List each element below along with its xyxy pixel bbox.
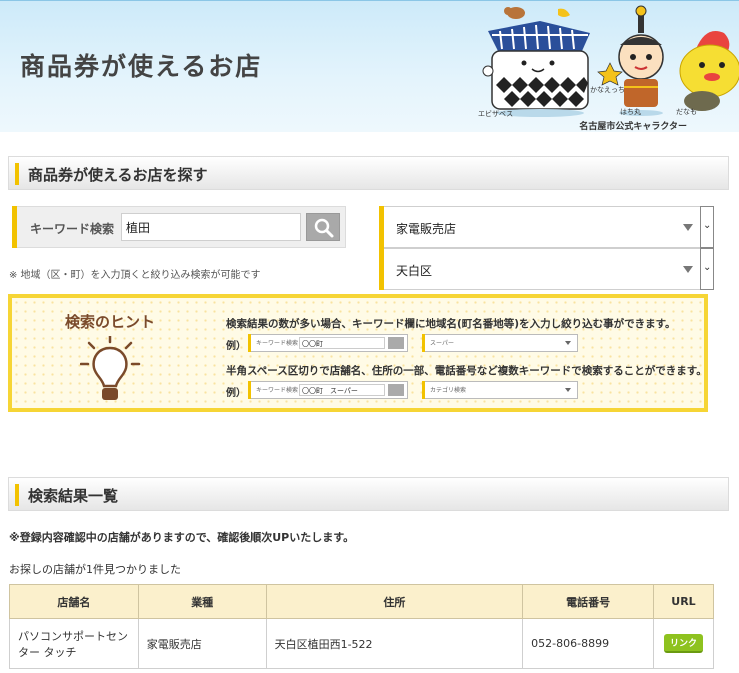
select-accent-bar — [379, 248, 384, 290]
character-name: はち丸 — [620, 108, 641, 116]
category-dropdown-button[interactable]: ⌄ — [700, 206, 714, 248]
search-icon — [314, 218, 334, 238]
phone-cell: 052-806-8899 — [522, 618, 654, 669]
ward-select-value: 天白区 — [396, 264, 433, 278]
address-cell: 天白区植田西1-522 — [265, 618, 524, 669]
hint-title: 検索のヒント — [65, 313, 156, 331]
dropdown-triangle-icon — [683, 224, 693, 231]
character-name: かなえっち — [590, 86, 625, 94]
example-keyword-box: キーワード検索 〇〇町 — [248, 334, 408, 352]
column-header: 店舗名 — [9, 584, 139, 619]
example-select-value: カテゴリ検索 — [430, 387, 467, 394]
example-select-box: カテゴリ検索 — [422, 381, 578, 399]
example-keyword-box: キーワード検索 〇〇町 スーパー — [248, 381, 408, 399]
dropdown-triangle-icon — [683, 266, 693, 273]
search-button[interactable] — [306, 213, 340, 241]
page-title: 商品券が使えるお店 — [20, 52, 263, 81]
chevron-down-icon: ⌄ — [703, 262, 712, 273]
keyword-input[interactable] — [121, 213, 301, 241]
table-header-row: 店舗名 業種 住所 電話番号 URL — [9, 584, 714, 619]
results-count-text: お探しの店舗が1件見つかりました — [9, 563, 181, 576]
select-accent-bar — [379, 206, 384, 248]
example-keyword-value: 〇〇町 — [302, 340, 323, 348]
chevron-down-icon: ⌄ — [703, 220, 712, 231]
example-prefix: 例） — [226, 388, 246, 399]
column-header: 業種 — [137, 584, 267, 619]
search-hint-panel: 検索のヒント 検索結果の数が多い場合、キーワード欄に地域名(町名番地等)を入力し… — [8, 294, 708, 412]
keyword-accent-bar — [12, 206, 17, 248]
keyword-label: キーワード検索 — [30, 222, 115, 236]
search-section-title: 商品券が使えるお店を探す — [28, 166, 208, 184]
category-select-value: 家電販売店 — [396, 222, 457, 236]
example-keyword-label: キーワード検索 — [256, 387, 299, 394]
keyword-search-box: キーワード検索 — [12, 206, 346, 248]
character-name: だなも — [676, 108, 697, 116]
hint-text-2: 半角スペース区切りで店舗名、住所の一部、電話番号など複数キーワードで検索すること… — [226, 365, 707, 377]
example-search-icon — [388, 384, 404, 396]
hint-text-1: 検索結果の数が多い場合、キーワード欄に地域名(町名番地等)を入力し絞り込む事がで… — [226, 318, 676, 330]
column-header: 電話番号 — [522, 584, 654, 619]
ward-dropdown-button[interactable]: ⌄ — [700, 248, 714, 290]
store-name-cell: パソコンサポートセンター タッチ — [9, 618, 139, 669]
official-character-caption: 名古屋市公式キャラクター — [579, 122, 687, 132]
category-cell: 家電販売店 — [137, 618, 267, 669]
mascot-illustration: エビザベス かなえっち はち丸 だなも — [470, 1, 739, 132]
character-name: エビザベス — [478, 110, 514, 118]
ward-select[interactable]: 天白区 ⌄ — [379, 248, 714, 290]
header-banner: 商品券が使えるお店 エビザベス かなえっち はち丸 だなも 名古屋市公式キャラク… — [0, 0, 739, 132]
lightbulb-icon — [80, 336, 141, 400]
category-select[interactable]: 家電販売店 ⌄ — [379, 206, 714, 248]
example-prefix: 例） — [226, 341, 246, 352]
heading-accent-bar — [15, 484, 19, 506]
store-link-button[interactable]: リンク — [663, 634, 703, 653]
column-header: 住所 — [265, 584, 524, 619]
example-select-box: スーパー — [422, 334, 578, 352]
table-row: パソコンサポートセンター タッチ 家電販売店 天白区植田西1-522 052-8… — [9, 618, 714, 669]
keyword-note: ※ 地域（区・町）を入力頂くと絞り込み検索が可能です — [9, 270, 261, 281]
registration-notice: ※登録内容確認中の店舗がありますので、確認後順次UPいたします。 — [9, 531, 355, 544]
results-section-heading: 検索結果一覧 — [8, 477, 729, 511]
example-keyword-value: 〇〇町 スーパー — [302, 387, 358, 395]
results-section-title: 検索結果一覧 — [28, 487, 119, 505]
example-keyword-label: キーワード検索 — [256, 340, 299, 347]
column-header: URL — [653, 584, 714, 619]
search-section-heading: 商品券が使えるお店を探す — [8, 156, 729, 190]
example-search-icon — [388, 337, 404, 349]
results-table: 店舗名 業種 住所 電話番号 URL パソコンサポートセンター タッチ 家電販売… — [9, 584, 714, 669]
url-cell: リンク — [653, 618, 714, 669]
heading-accent-bar — [15, 163, 19, 185]
example-select-value: スーパー — [430, 340, 454, 347]
